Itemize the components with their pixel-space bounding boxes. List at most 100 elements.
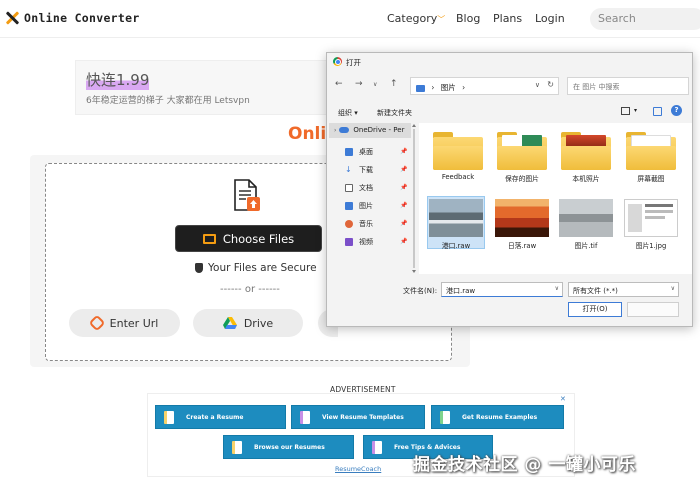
document-icon xyxy=(300,410,310,424)
dialog-footer: 文件名(N): 港口.raw ∨ 所有文件 (*.*) ∨ 打开(O) xyxy=(327,281,692,326)
organize-menu[interactable]: 组织 ▾ xyxy=(338,108,358,118)
address-path: 图片 xyxy=(440,83,456,92)
document-icon xyxy=(164,410,174,424)
nav-login[interactable]: Login xyxy=(535,12,565,25)
file-item-picture-tif[interactable]: 图片.tif xyxy=(557,197,615,250)
choose-files-label: Choose Files xyxy=(222,231,295,246)
view-icon[interactable] xyxy=(621,107,630,115)
google-drive-icon xyxy=(222,317,237,329)
pin-icon[interactable]: 📌 xyxy=(400,184,407,191)
filetype-select[interactable]: 所有文件 (*.*) ∨ xyxy=(568,282,679,297)
pin-icon[interactable]: 📌 xyxy=(400,220,407,227)
file-item-feedback[interactable]: Feedback xyxy=(429,132,487,181)
chevron-down-icon: ﹀ xyxy=(437,15,446,24)
document-icon xyxy=(372,440,382,454)
sidebar-item-label: 下载 xyxy=(359,166,373,174)
folder-icon xyxy=(433,132,483,170)
file-item-local-photos[interactable]: 本机照片 xyxy=(557,132,615,183)
secure-note: Your Files are Secure xyxy=(195,262,317,274)
address-bar[interactable]: › 图片 › ∨ ↻ xyxy=(410,77,559,95)
sidebar-item-pictures[interactable]: 图片 xyxy=(345,201,373,211)
pin-icon[interactable]: 📌 xyxy=(400,166,407,173)
sidebar-item-documents[interactable]: 文档 xyxy=(345,183,373,193)
chevron-down-icon[interactable]: ∨ xyxy=(671,285,675,292)
chevron-down-icon[interactable]: ∨ xyxy=(373,81,377,88)
ad-button-browse-resumes[interactable]: Browse our Resumes xyxy=(223,435,354,459)
back-arrow-icon[interactable]: ← xyxy=(335,79,343,89)
file-upload-icon xyxy=(234,179,260,211)
sidebar-item-label: 视频 xyxy=(359,238,373,246)
nav-plans[interactable]: Plans xyxy=(493,12,522,25)
file-item-label: 图片.tif xyxy=(574,242,598,250)
enter-url-label: Enter Url xyxy=(109,316,159,330)
pin-icon[interactable]: 📌 xyxy=(400,238,407,245)
enter-url-button[interactable]: Enter Url xyxy=(69,309,180,337)
document-icon xyxy=(440,410,450,424)
filetype-value: 所有文件 (*.*) xyxy=(573,287,618,295)
logo-icon xyxy=(4,10,20,26)
pictures-folder-icon xyxy=(416,84,425,92)
sidebar-item-videos[interactable]: 视频 xyxy=(345,237,373,247)
video-icon xyxy=(345,238,353,246)
file-item-harbor[interactable]: 港口.raw xyxy=(427,196,485,250)
sidebar-item-music[interactable]: 音乐 xyxy=(345,219,373,229)
dialog-titlebar[interactable]: 打开 xyxy=(327,53,692,69)
chevron-down-icon[interactable]: ∨ xyxy=(535,81,540,89)
close-icon[interactable]: ✕ xyxy=(560,395,566,403)
chevron-down-icon[interactable]: ∨ xyxy=(555,285,559,292)
forward-arrow-icon[interactable]: → xyxy=(355,79,363,89)
ad-button-label: Get Resume Examples xyxy=(462,413,538,421)
folder-icon xyxy=(497,132,547,170)
new-folder-button[interactable]: 新建文件夹 xyxy=(377,108,412,118)
up-arrow-icon[interactable]: ↑ xyxy=(390,79,398,89)
nav-category[interactable]: Category﹀ xyxy=(387,12,445,25)
file-item-screenshots[interactable]: 屏幕截图 xyxy=(622,132,680,183)
document-icon xyxy=(232,440,242,454)
dialog-search-input[interactable]: 在 图片 中搜索 xyxy=(567,77,689,95)
file-item-sunset[interactable]: 日落.raw xyxy=(493,197,551,250)
or-divider: ------ or ------ xyxy=(220,284,280,295)
monitor-icon xyxy=(202,233,216,244)
shield-icon xyxy=(195,263,203,273)
choose-files-button[interactable]: Choose Files xyxy=(175,225,322,252)
download-icon: ↓ xyxy=(345,165,352,174)
sidebar-item-desktop[interactable]: 桌面 xyxy=(345,147,373,157)
ad-footer-link[interactable]: ResumeCoach xyxy=(335,465,381,473)
sidebar-item-downloads[interactable]: ↓ 下载 xyxy=(345,165,373,175)
file-item-label: 屏幕截图 xyxy=(637,175,665,183)
google-drive-button[interactable]: Drive xyxy=(193,309,303,337)
cancel-button[interactable] xyxy=(627,302,679,317)
search-input[interactable]: Search xyxy=(590,8,700,30)
sidebar-item-onedrive[interactable]: › OneDrive - Per xyxy=(329,123,411,138)
nav-blog[interactable]: Blog xyxy=(456,12,480,25)
logo-text: Online Converter xyxy=(24,11,140,25)
chevron-down-icon[interactable]: ▾ xyxy=(634,107,637,114)
pin-icon[interactable]: 📌 xyxy=(400,148,407,155)
ad-title: 快连1.99 xyxy=(86,69,150,90)
ad-banner[interactable]: 快连1.99 6年稳定运营的梯子 大家都在用 Letsvpn xyxy=(75,60,335,115)
open-button[interactable]: 打开(O) xyxy=(568,302,622,317)
dialog-sidebar: › OneDrive - Per 桌面 📌 ↓ 下载 📌 文档 📌 图片 📌 音… xyxy=(327,123,413,274)
sidebar-scrollbar[interactable] xyxy=(411,123,417,274)
site-logo[interactable]: Online Converter xyxy=(4,10,140,26)
ad-button-create-resume[interactable]: Create a Resume xyxy=(155,405,286,429)
sidebar-item-label: 图片 xyxy=(359,202,373,210)
ad-button-label: Browse our Resumes xyxy=(254,443,325,451)
file-item-label: 本机照片 xyxy=(572,175,600,183)
ad-button-resume-examples[interactable]: Get Resume Examples xyxy=(431,405,564,429)
secure-label: Your Files are Secure xyxy=(208,262,317,274)
ad-button-view-templates[interactable]: View Resume Templates xyxy=(291,405,425,429)
drive-label: Drive xyxy=(243,316,274,330)
filename-label: 文件名(N): xyxy=(403,287,438,295)
dialog-toolbar: 组织 ▾ 新建文件夹 ▾ ? xyxy=(327,105,692,121)
file-item-picture1-jpg[interactable]: 图片1.jpg xyxy=(622,197,680,250)
file-item-saved-pictures[interactable]: 保存的图片 xyxy=(493,132,551,183)
image-thumbnail xyxy=(429,199,483,237)
filename-input[interactable]: 港口.raw ∨ xyxy=(441,282,563,297)
pin-icon[interactable]: 📌 xyxy=(400,202,407,209)
folder-icon xyxy=(626,132,676,170)
refresh-icon[interactable]: ↻ xyxy=(547,80,554,89)
chrome-icon xyxy=(333,57,342,66)
preview-pane-icon[interactable] xyxy=(653,107,662,116)
help-icon[interactable]: ? xyxy=(671,105,682,116)
